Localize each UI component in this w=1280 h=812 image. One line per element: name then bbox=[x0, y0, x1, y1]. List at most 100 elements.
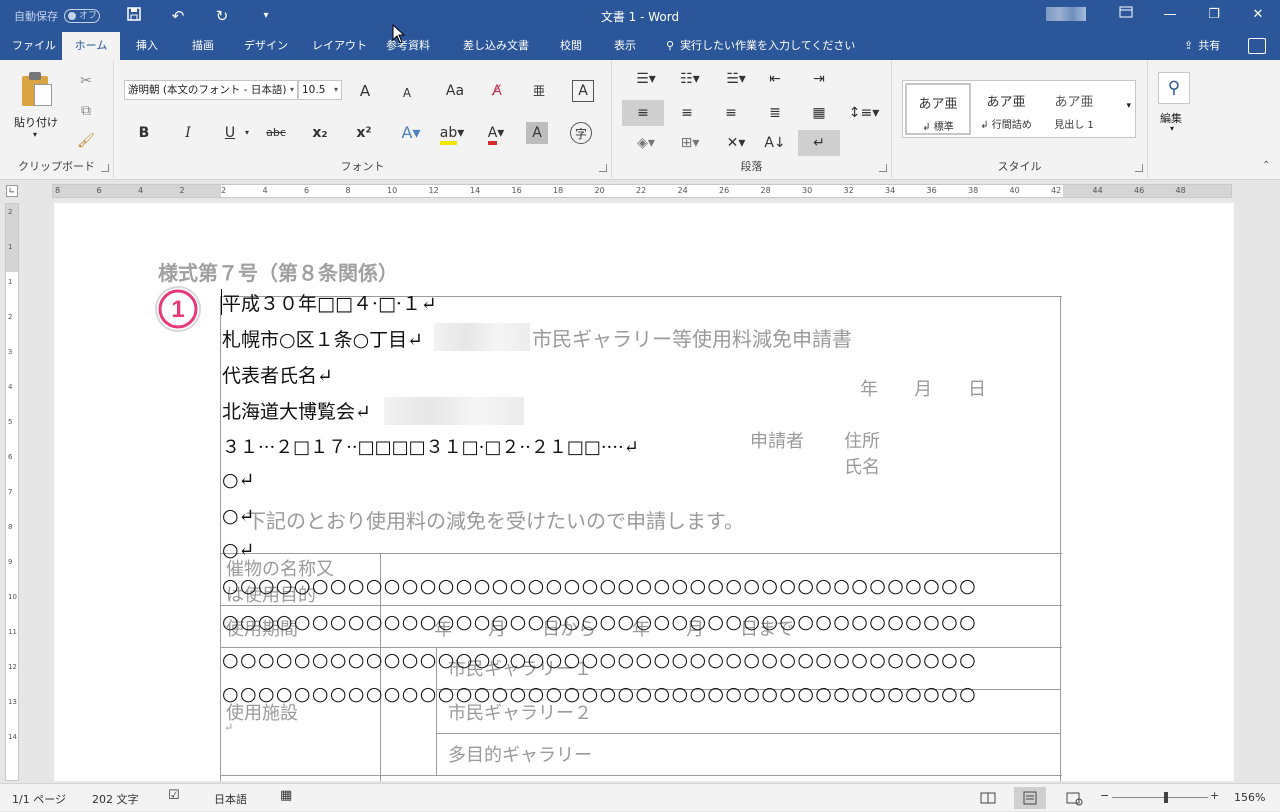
tab-references[interactable]: 参考資料 bbox=[374, 32, 442, 60]
minimize-icon[interactable]: — bbox=[1158, 4, 1182, 26]
paste-label[interactable]: 貼り付け bbox=[14, 114, 58, 130]
font-color-icon[interactable]: A▾ bbox=[480, 122, 512, 145]
distributed-icon[interactable]: ▦ bbox=[806, 102, 832, 124]
zoom-level[interactable]: 156% bbox=[1234, 791, 1265, 804]
tell-me-box[interactable]: ⚲ 実行したい作業を入力してください bbox=[666, 32, 855, 60]
vruler-tick: 7 bbox=[8, 488, 13, 496]
ruler-tick: 24 bbox=[677, 186, 688, 195]
clipboard-group: 貼り付け ▾ ✂ ⧉ 🖌 クリップボード bbox=[0, 60, 114, 178]
strikethrough-button[interactable]: abc bbox=[262, 122, 290, 144]
bullets-icon[interactable]: ☰▾ bbox=[628, 68, 664, 90]
find-icon[interactable]: ⚲ bbox=[1158, 72, 1190, 104]
font-name-combo[interactable]: 游明朝 (本文のフォント - 日本語) ▾ bbox=[124, 80, 298, 100]
character-shading-icon[interactable]: A bbox=[526, 122, 548, 144]
enclosed-character-icon[interactable]: 字 bbox=[570, 122, 592, 144]
tab-selector[interactable]: ∟ bbox=[6, 185, 18, 197]
paste-icon[interactable] bbox=[22, 70, 54, 108]
align-center-icon[interactable]: ≡ bbox=[674, 102, 700, 124]
borders-icon[interactable]: ⊞▾ bbox=[672, 132, 708, 154]
clear-formatting-icon[interactable]: A̸ bbox=[486, 80, 508, 102]
underline-button[interactable]: U bbox=[220, 122, 240, 144]
increase-indent-icon[interactable]: ⇥ bbox=[806, 68, 832, 90]
tab-mailings[interactable]: 差し込み文書 bbox=[451, 32, 541, 60]
styles-more-icon[interactable]: ▾ bbox=[1126, 101, 1131, 111]
format-painter-icon[interactable]: 🖌 bbox=[76, 130, 96, 152]
tab-insert[interactable]: 挿入 bbox=[124, 32, 170, 60]
ruler-tick: 40 bbox=[1009, 186, 1020, 195]
decrease-indent-icon[interactable]: ⇤ bbox=[762, 68, 788, 90]
print-layout-icon[interactable] bbox=[1014, 787, 1046, 809]
numbering-icon[interactable]: ☷▾ bbox=[672, 68, 708, 90]
vertical-ruler[interactable]: 2 1 1 2 3 4 5 6 7 8 9 10 11 12 13 14 bbox=[5, 203, 19, 781]
zoom-slider[interactable] bbox=[1112, 797, 1208, 798]
align-justify-left-icon[interactable]: ≡ bbox=[622, 100, 664, 126]
tab-file[interactable]: ファイル bbox=[0, 32, 68, 60]
superscript-button[interactable]: x² bbox=[352, 122, 376, 144]
shrink-font-button[interactable]: A bbox=[396, 82, 418, 104]
editing-dropdown-icon[interactable]: ▾ bbox=[1170, 124, 1174, 133]
tab-draw[interactable]: 描画 bbox=[180, 32, 226, 60]
ruler-tick: 46 bbox=[1134, 186, 1145, 195]
bold-button[interactable]: B bbox=[134, 122, 154, 144]
tab-review[interactable]: 校閲 bbox=[548, 32, 594, 60]
ruler-tick: 36 bbox=[926, 186, 937, 195]
zoom-out-icon[interactable]: − bbox=[1100, 789, 1109, 802]
page-count[interactable]: 1/1 ページ bbox=[12, 791, 66, 807]
proofing-icon[interactable]: ☑ bbox=[168, 788, 180, 803]
comment-icon[interactable] bbox=[1248, 38, 1266, 54]
asian-layout-icon[interactable]: ✕▾ bbox=[718, 132, 754, 154]
underline-dropdown-icon[interactable]: ▾ bbox=[242, 122, 252, 144]
ribbon-display-options-icon[interactable] bbox=[1114, 4, 1138, 26]
font-size-combo[interactable]: 10.5 ▾ bbox=[298, 80, 342, 100]
web-layout-icon[interactable] bbox=[1058, 787, 1090, 809]
copy-icon[interactable]: ⧉ bbox=[76, 100, 96, 122]
read-mode-icon[interactable] bbox=[972, 787, 1004, 809]
ruler-tick: 18 bbox=[553, 186, 564, 195]
clipboard-launcher-icon[interactable] bbox=[101, 164, 109, 172]
cut-icon[interactable]: ✂ bbox=[76, 70, 96, 92]
font-launcher-icon[interactable] bbox=[599, 164, 607, 172]
phonetic-guide-icon[interactable]: 亜 bbox=[528, 80, 550, 102]
style-normal[interactable]: あア亜 ↲ 標準 bbox=[905, 83, 971, 135]
justify-icon[interactable]: ≣ bbox=[762, 102, 788, 124]
paste-dropdown-icon[interactable]: ▾ bbox=[33, 130, 37, 139]
word-count[interactable]: 202 文字 bbox=[92, 791, 139, 807]
style-preview: あア亜 bbox=[918, 97, 958, 112]
multilevel-list-icon[interactable]: ☱▾ bbox=[718, 68, 754, 90]
align-right-icon[interactable]: ≡ bbox=[718, 102, 744, 124]
text-effects-icon[interactable]: A▾ bbox=[396, 122, 426, 144]
shading-icon[interactable]: ◈▾ bbox=[628, 132, 664, 154]
document-page[interactable]: 様式第７号（第８条関係） 市民ギャラリー等使用料減免申請書 年 月 日 申請者 … bbox=[54, 203, 1234, 781]
sort-icon[interactable]: A↓ bbox=[762, 132, 788, 154]
subscript-button[interactable]: x₂ bbox=[308, 122, 332, 144]
styles-launcher-icon[interactable] bbox=[1135, 164, 1143, 172]
macro-icon[interactable]: ▦ bbox=[280, 788, 292, 803]
style-heading-1[interactable]: あア亜 見出し 1 bbox=[1041, 83, 1107, 135]
styles-group-label: スタイル bbox=[997, 160, 1042, 173]
show-marks-icon[interactable]: ↵ bbox=[798, 130, 840, 156]
close-icon[interactable]: ✕ bbox=[1246, 4, 1270, 26]
paragraph-launcher-icon[interactable] bbox=[879, 164, 887, 172]
zoom-slider-thumb[interactable] bbox=[1164, 792, 1168, 803]
tab-design[interactable]: デザイン bbox=[232, 32, 300, 60]
restore-icon[interactable]: ❐ bbox=[1202, 4, 1226, 26]
ruler-tick: 4 bbox=[138, 186, 144, 195]
share-button[interactable]: ⇪ 共有 bbox=[1184, 32, 1220, 60]
horizontal-ruler[interactable]: 8 6 4 2 2 4 6 8 10 12 14 16 18 20 22 24 26 28 30 32 34 36 38 40… bbox=[52, 184, 1232, 198]
grow-font-button[interactable]: A bbox=[354, 80, 376, 102]
tab-view[interactable]: 表示 bbox=[602, 32, 648, 60]
user-account[interactable] bbox=[1046, 7, 1086, 21]
tab-home[interactable]: ホーム bbox=[62, 32, 120, 60]
tab-layout[interactable]: レイアウト bbox=[300, 32, 379, 60]
zoom-in-icon[interactable]: + bbox=[1210, 789, 1219, 802]
line-spacing-icon[interactable]: ↕≡▾ bbox=[848, 102, 880, 124]
highlight-icon[interactable]: ab▾ bbox=[436, 122, 468, 145]
style-name: 見出し 1 bbox=[1054, 120, 1094, 131]
circles-row-2: ○○○○○○○○○○○○○○○○○○○○○○○○○○○○○○○○○○○○○○○○… bbox=[222, 611, 978, 633]
italic-button[interactable]: I bbox=[178, 122, 198, 144]
style-no-spacing[interactable]: あア亜 ↲ 行間詰め bbox=[973, 83, 1039, 135]
language[interactable]: 日本語 bbox=[214, 791, 247, 807]
collapse-ribbon-icon[interactable]: ⌃ bbox=[1262, 160, 1270, 171]
character-border-icon[interactable]: A bbox=[572, 80, 594, 102]
change-case-button[interactable]: Aa bbox=[440, 80, 470, 102]
